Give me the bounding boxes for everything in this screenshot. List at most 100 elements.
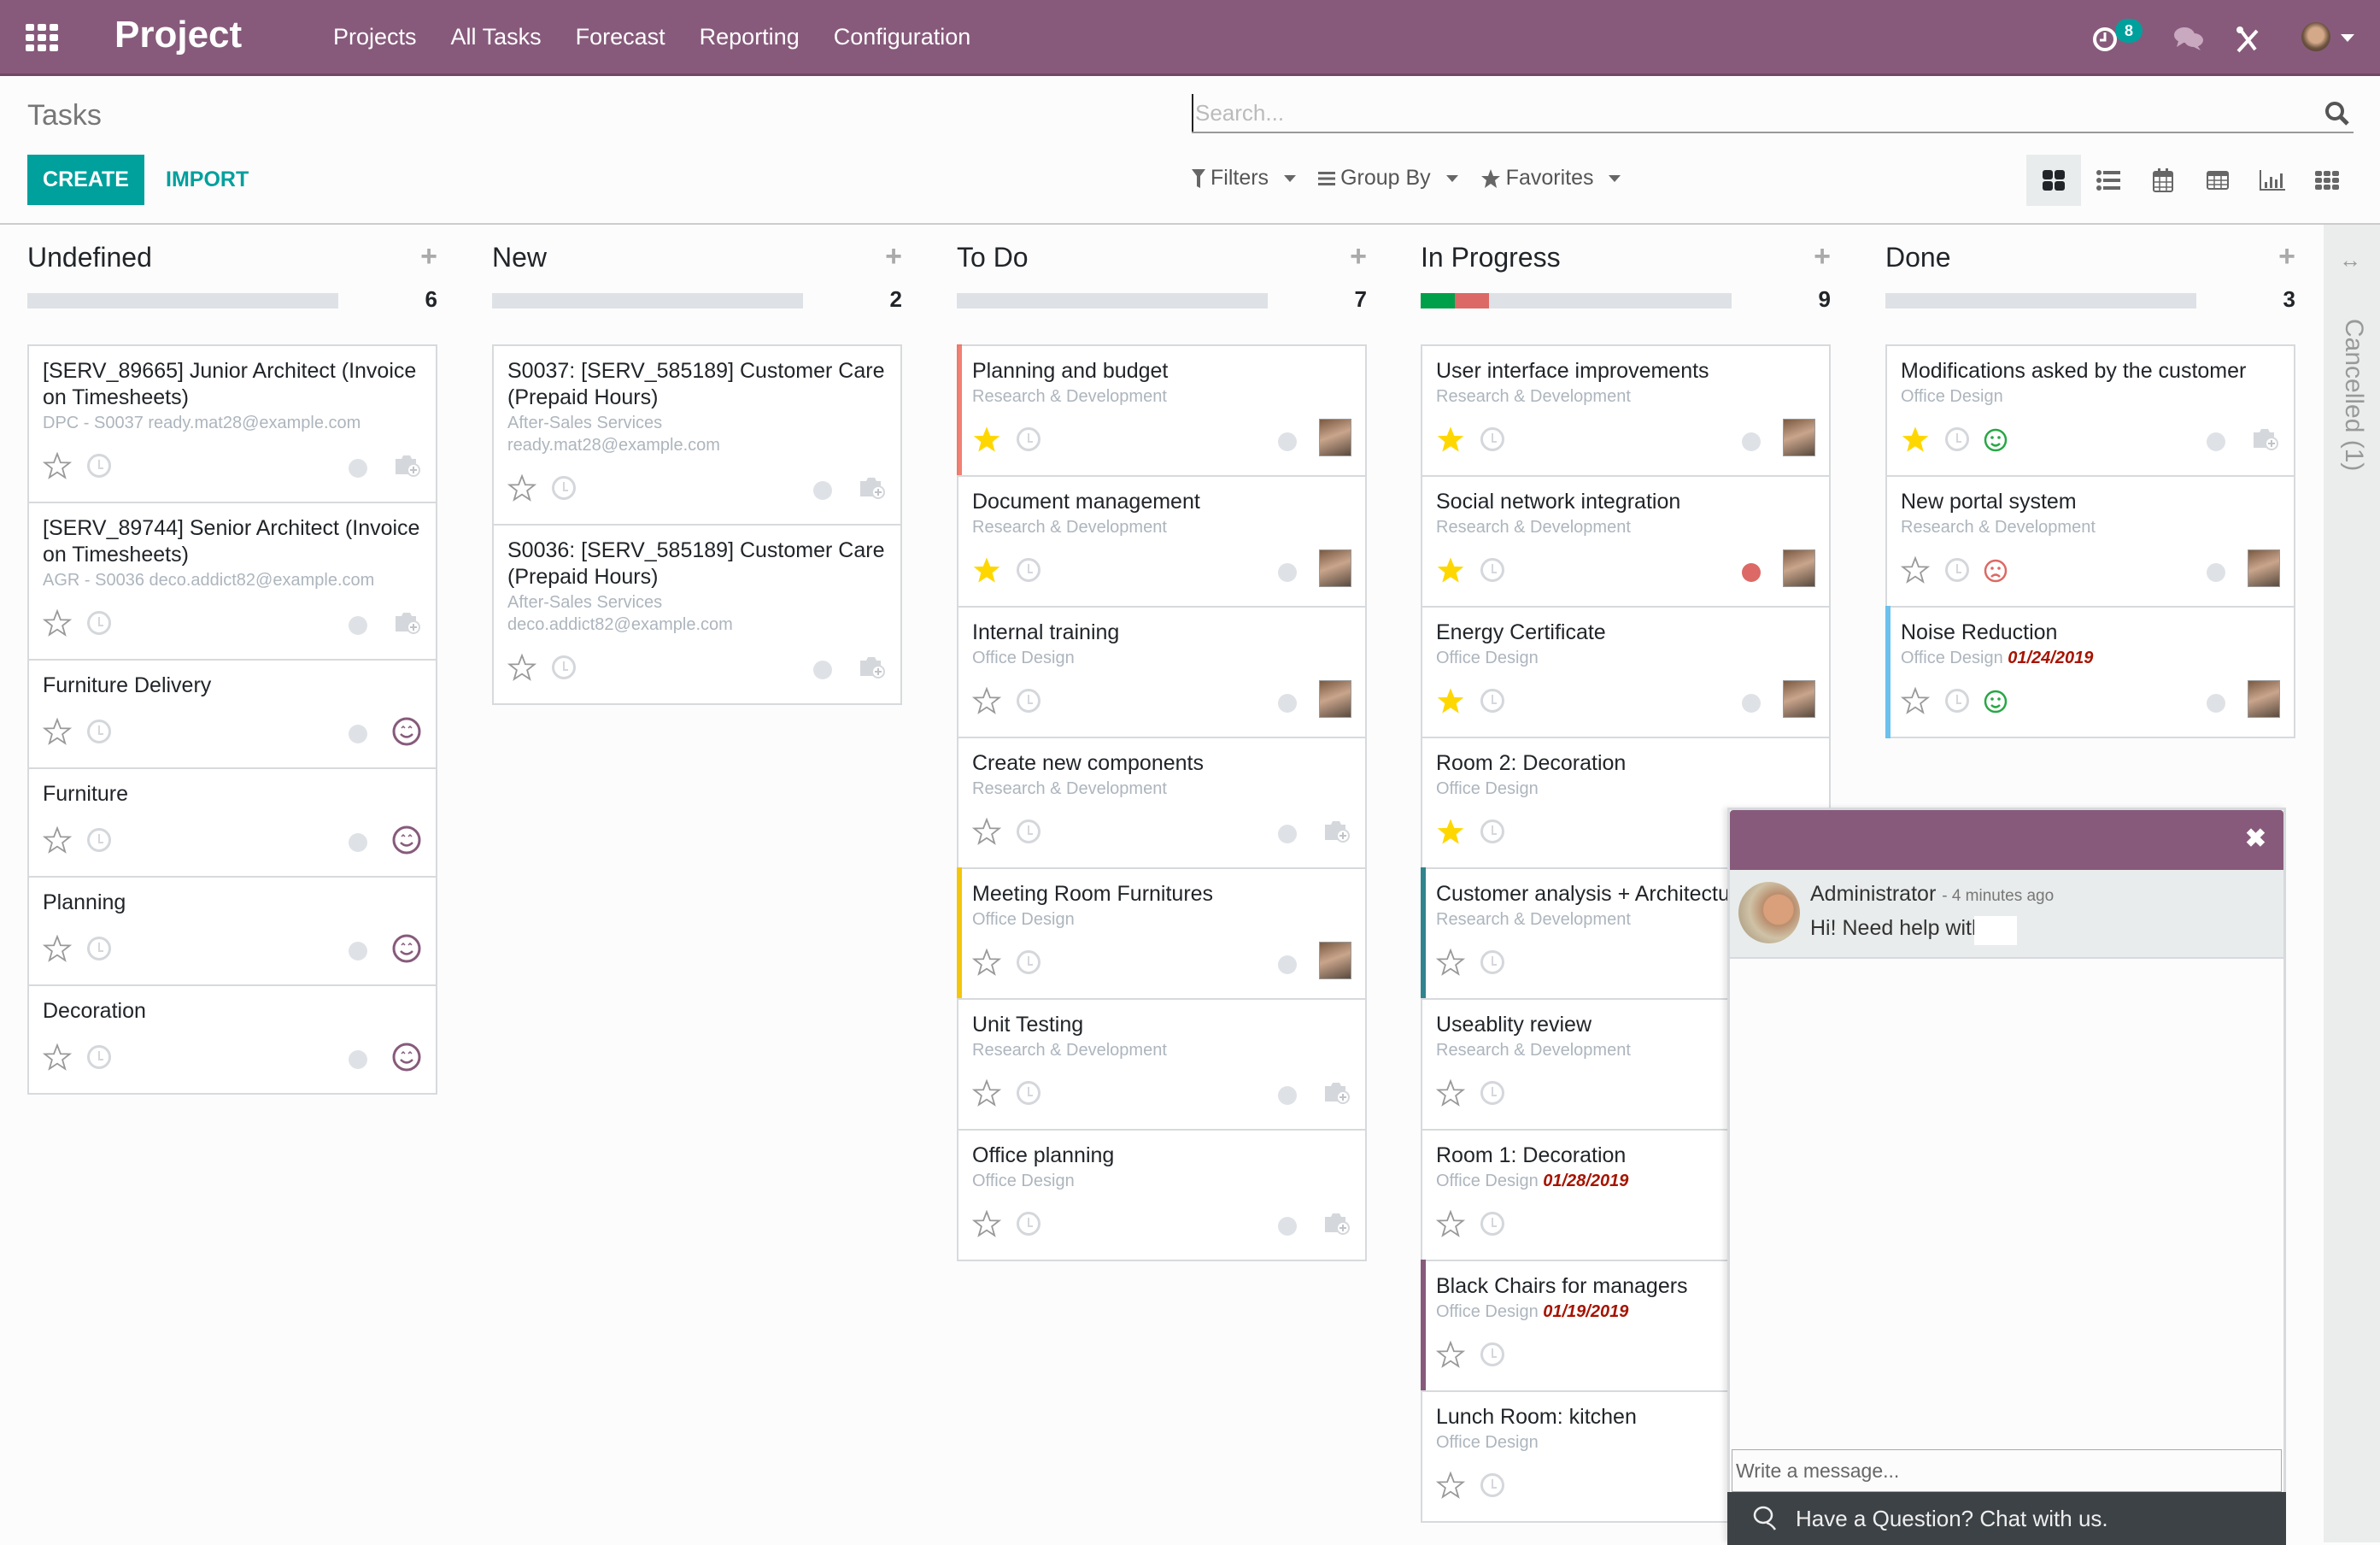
assign-user-camera-icon[interactable] (858, 654, 887, 684)
favorites-dropdown[interactable]: Favorites (1480, 166, 1621, 191)
kanban-state-dot[interactable] (1278, 955, 1297, 974)
task-card[interactable]: Internal training Office Design (957, 606, 1367, 738)
calendar-view-button[interactable] (2136, 155, 2190, 206)
task-card[interactable]: Furniture (27, 767, 437, 878)
create-button[interactable]: CREATE (27, 155, 144, 205)
star-outline-icon[interactable] (1435, 1209, 1466, 1242)
activity-clock-icon[interactable] (1480, 1342, 1504, 1366)
task-card[interactable]: Planning (27, 876, 437, 986)
activity-clock-icon[interactable] (87, 611, 111, 635)
kanban-state-dot[interactable] (1278, 825, 1297, 843)
column-progress-bar[interactable] (1421, 293, 1732, 308)
task-card[interactable]: [SERV_89665] Junior Architect (Invoice o… (27, 344, 437, 503)
task-card[interactable]: Noise Reduction Office Design 01/24/2019 (1885, 606, 2295, 738)
assignee-smiley-avatar[interactable] (391, 933, 422, 968)
activity-clock-icon[interactable] (1480, 950, 1504, 974)
assignee-avatar[interactable] (1783, 419, 1815, 456)
user-avatar[interactable] (2301, 22, 2330, 51)
activity-clock-icon[interactable] (552, 476, 576, 500)
assignee-avatar[interactable] (1319, 680, 1351, 718)
star-outline-icon[interactable] (971, 817, 1002, 849)
task-card[interactable]: Social network integration Research & Dev… (1421, 475, 1831, 608)
kanban-state-dot[interactable] (1278, 1217, 1297, 1236)
menu-forecast[interactable]: Forecast (576, 24, 665, 50)
task-card[interactable]: Office planning Office Design (957, 1129, 1367, 1261)
task-card[interactable]: Furniture Delivery (27, 659, 437, 769)
quick-create-plus-icon[interactable]: + (1814, 240, 1831, 273)
activity-clock-icon[interactable] (1017, 558, 1041, 582)
star-filled-icon[interactable] (1436, 818, 1465, 849)
star-filled-icon[interactable] (1436, 426, 1465, 457)
assign-user-camera-icon[interactable] (858, 474, 887, 504)
kanban-state-dot[interactable] (813, 481, 832, 500)
pivot-view-button[interactable] (2190, 155, 2245, 206)
folded-column-cancelled[interactable]: ↔ Cancelled (1) (2324, 225, 2380, 1542)
assignee-avatar[interactable] (1319, 942, 1351, 979)
kanban-state-dot[interactable] (1278, 563, 1297, 582)
column-title[interactable]: New (492, 242, 547, 273)
quick-create-plus-icon[interactable]: + (2278, 240, 2295, 273)
star-outline-icon[interactable] (1435, 948, 1466, 980)
menu-configuration[interactable]: Configuration (834, 24, 971, 50)
filters-dropdown[interactable]: Filters (1192, 166, 1297, 191)
assign-user-camera-icon[interactable] (1322, 1079, 1351, 1109)
search-input[interactable] (1192, 94, 2302, 132)
activity-clock-icon[interactable] (1017, 1212, 1041, 1236)
task-card[interactable]: Create new components Research & Developm… (957, 737, 1367, 869)
column-progress-bar[interactable] (492, 293, 803, 308)
star-outline-icon[interactable] (42, 1043, 73, 1075)
kanban-state-dot[interactable] (349, 459, 367, 478)
activity-clock-icon[interactable] (1480, 427, 1504, 451)
task-card[interactable]: Modifications asked by the customer Offic… (1885, 344, 2295, 477)
activity-clock-icon[interactable] (1017, 427, 1041, 451)
activity-clock-icon[interactable] (1480, 558, 1504, 582)
task-card[interactable]: Planning and budget Research & Developmen… (957, 344, 1367, 477)
assign-user-camera-icon[interactable] (2251, 426, 2280, 455)
list-view-button[interactable] (2081, 155, 2136, 206)
column-title[interactable]: To Do (957, 242, 1029, 273)
groupby-dropdown[interactable]: Group By (1318, 166, 1458, 191)
star-outline-icon[interactable] (42, 717, 73, 749)
column-title[interactable]: Done (1885, 242, 1951, 273)
kanban-state-dot[interactable] (1278, 1086, 1297, 1105)
column-title[interactable]: Undefined (27, 242, 152, 273)
assign-user-camera-icon[interactable] (1322, 1210, 1351, 1240)
kanban-state-dot[interactable] (1742, 563, 1761, 582)
task-card[interactable]: S0037: [SERV_585189] Customer Care (Prep… (492, 344, 902, 526)
kanban-view-button[interactable] (2026, 155, 2081, 206)
close-icon[interactable]: ✖ (2245, 824, 2266, 854)
assignee-smiley-avatar[interactable] (391, 716, 422, 751)
star-outline-icon[interactable] (971, 1078, 1002, 1111)
activity-clock-icon[interactable] (1945, 558, 1969, 582)
activity-clock-icon[interactable] (1017, 1081, 1041, 1105)
star-outline-icon[interactable] (42, 451, 73, 484)
activity-clock-icon[interactable] (1480, 1081, 1504, 1105)
activity-clock-icon[interactable] (1945, 427, 1969, 451)
star-outline-icon[interactable] (1435, 1078, 1466, 1111)
star-filled-icon[interactable] (1901, 426, 1930, 457)
assignee-avatar[interactable] (1319, 419, 1351, 456)
kanban-state-dot[interactable] (349, 942, 367, 960)
column-progress-bar[interactable] (1885, 293, 2196, 308)
assign-user-camera-icon[interactable] (1322, 818, 1351, 848)
star-filled-icon[interactable] (972, 556, 1001, 588)
task-card[interactable]: [SERV_89744] Senior Architect (Invoice o… (27, 502, 437, 661)
star-outline-icon[interactable] (971, 1209, 1002, 1242)
import-button[interactable]: IMPORT (166, 155, 249, 205)
activity-view-button[interactable] (2300, 155, 2354, 206)
kanban-state-dot[interactable] (1742, 694, 1761, 713)
activity-clock-icon[interactable] (87, 937, 111, 960)
star-outline-icon[interactable] (1435, 1471, 1466, 1503)
apps-icon[interactable] (26, 24, 58, 51)
chat-bubbles-icon[interactable] (2173, 26, 2204, 51)
search-icon[interactable] (2324, 101, 2350, 126)
quick-create-plus-icon[interactable]: + (420, 240, 437, 273)
menu-all-tasks[interactable]: All Tasks (451, 24, 542, 50)
activity-clock-icon[interactable] (552, 655, 576, 679)
kanban-state-dot[interactable] (813, 661, 832, 679)
quick-create-plus-icon[interactable]: + (1350, 240, 1367, 273)
star-filled-icon[interactable] (972, 426, 1001, 457)
activity-clock-icon[interactable] (87, 454, 111, 478)
kanban-state-dot[interactable] (1278, 432, 1297, 451)
task-card[interactable]: New portal system Research & Development (1885, 475, 2295, 608)
